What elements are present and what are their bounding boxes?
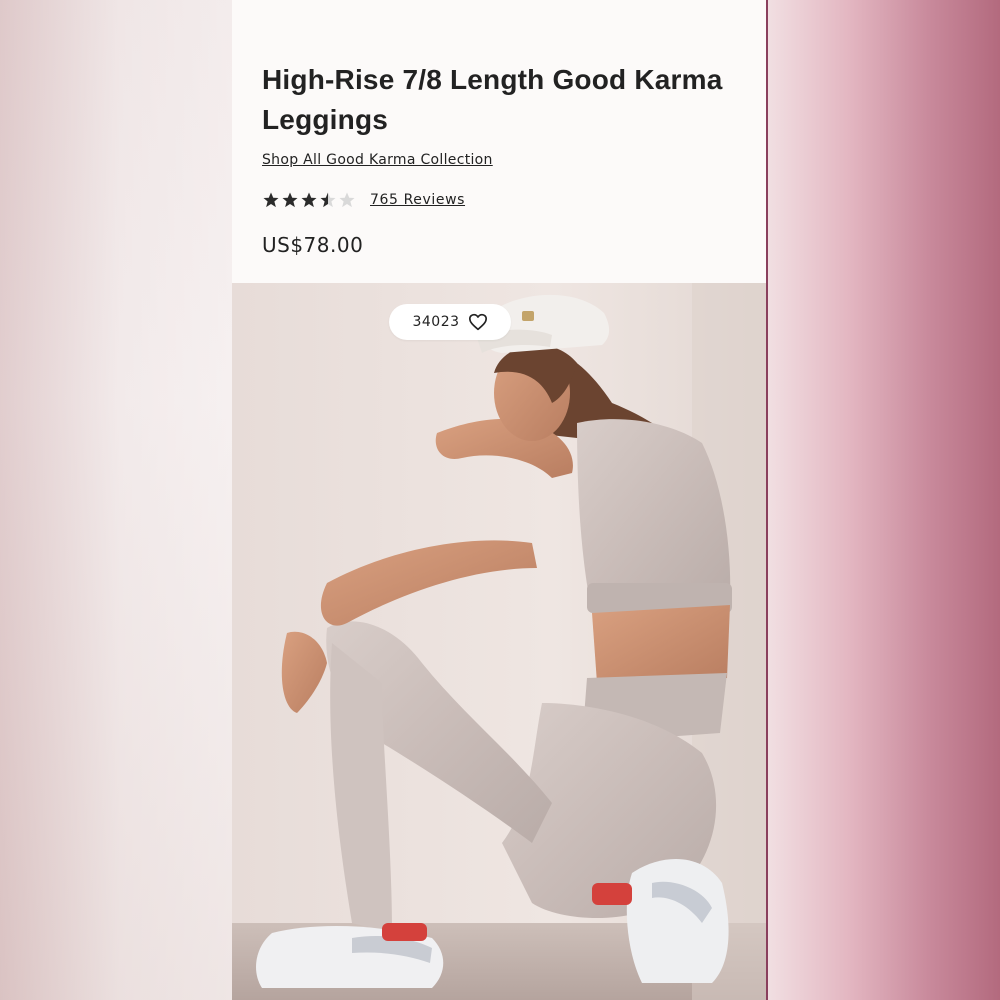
background-blur-right bbox=[768, 0, 1000, 1000]
star-icon bbox=[301, 192, 317, 208]
product-image[interactable] bbox=[232, 283, 766, 1000]
star-rating bbox=[262, 191, 356, 209]
shop-collection-link[interactable]: Shop All Good Karma Collection bbox=[262, 152, 493, 168]
background-blur-left bbox=[0, 0, 232, 1000]
star-empty-icon bbox=[339, 192, 355, 208]
favorite-button[interactable]: 34023 bbox=[389, 304, 511, 340]
rating-row: 765 Reviews bbox=[262, 188, 465, 212]
model-photo bbox=[232, 283, 766, 1000]
star-icon bbox=[282, 192, 298, 208]
product-price: US$78.00 bbox=[262, 233, 364, 257]
product-title: High-Rise 7/8 Length Good Karma Leggings bbox=[262, 64, 723, 135]
product-detail-panel: High-Rise 7/8 Length Good Karma Leggings… bbox=[232, 0, 768, 1000]
star-half-icon bbox=[320, 192, 336, 208]
reviews-link[interactable]: 765 Reviews bbox=[370, 192, 465, 208]
star-icon bbox=[263, 192, 279, 208]
favorite-count: 34023 bbox=[412, 314, 460, 330]
heart-outline-icon bbox=[468, 313, 487, 331]
